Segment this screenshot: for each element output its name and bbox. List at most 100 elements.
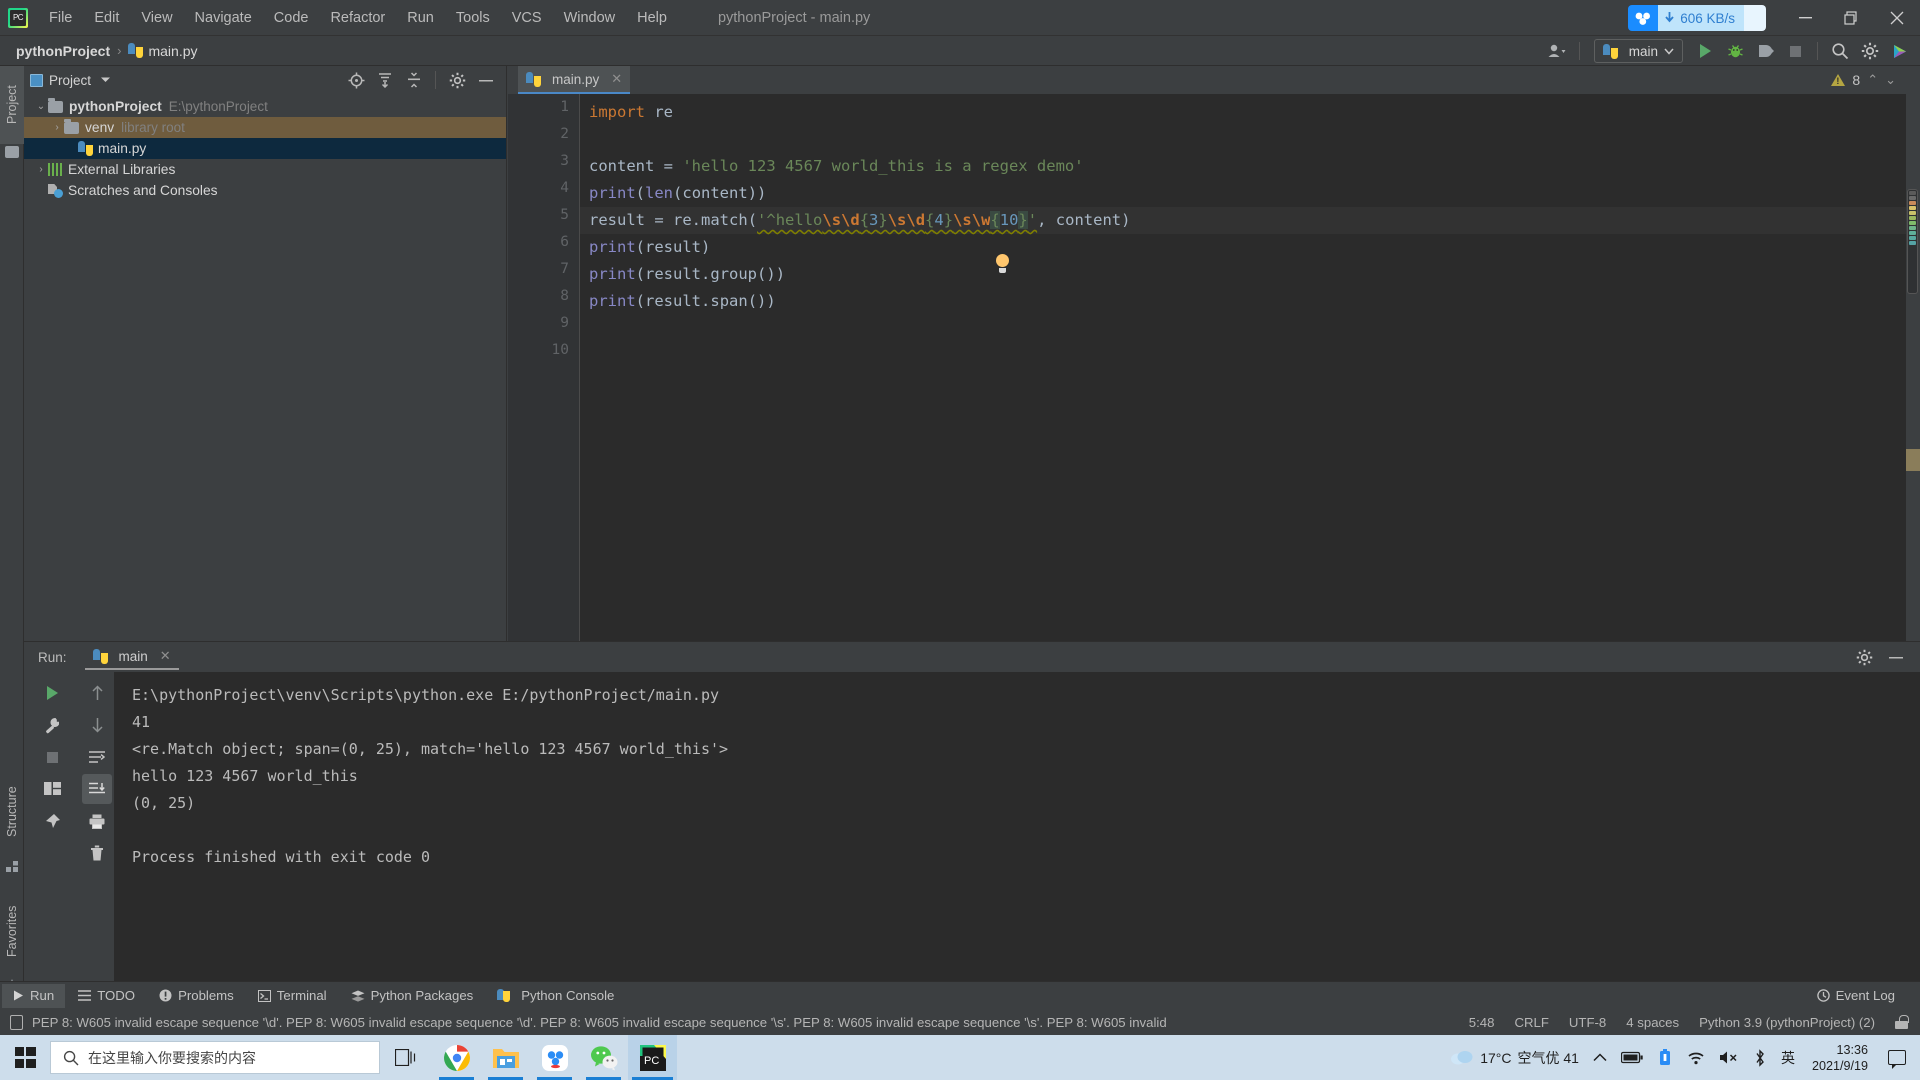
close-icon[interactable]: ✕ [160, 648, 171, 664]
task-view-icon[interactable] [380, 1035, 432, 1080]
python-interpreter[interactable]: Python 3.9 (pythonProject) (2) [1699, 1015, 1875, 1030]
console-output[interactable]: E:\pythonProject\venv\Scripts\python.exe… [114, 672, 1920, 981]
toolwindow-problems[interactable]: Problems [148, 984, 245, 1008]
toolwindow-python-console[interactable]: Python Console [486, 984, 625, 1008]
inspection-widget[interactable]: 8 ⌃ ⌄ [1831, 66, 1902, 94]
ime-indicator[interactable]: 英 [1774, 1035, 1802, 1080]
settings-gear-icon[interactable] [443, 67, 471, 93]
trash-icon[interactable] [82, 838, 112, 868]
menu-item-file[interactable]: File [38, 6, 83, 30]
notification-icon[interactable] [1888, 1050, 1906, 1069]
debug-icon[interactable] [1721, 38, 1749, 64]
file-encoding[interactable]: UTF-8 [1569, 1015, 1606, 1030]
tree-item-pythonproject[interactable]: ⌄ pythonProject E:\pythonProject [24, 96, 506, 117]
expand-all-icon[interactable] [371, 67, 399, 93]
toolwindow-run[interactable]: Run [2, 983, 66, 1008]
menu-item-refactor[interactable]: Refactor [319, 6, 396, 30]
menu-item-tools[interactable]: Tools [445, 6, 501, 30]
chevron-right-icon[interactable]: › [50, 122, 64, 133]
clock-widget[interactable]: 13:36 2021/9/19 [1802, 1035, 1878, 1080]
menu-item-code[interactable]: Code [263, 6, 320, 30]
minimize-button[interactable] [1782, 0, 1828, 36]
toolwindow-python-packages[interactable]: Python Packages [340, 984, 485, 1008]
wifi-icon[interactable] [1680, 1035, 1712, 1080]
caret-position[interactable]: 5:48 [1469, 1015, 1495, 1030]
hide-panel-icon[interactable] [472, 67, 500, 93]
indent-setting[interactable]: 4 spaces [1626, 1015, 1679, 1030]
menu-item-run[interactable]: Run [396, 6, 445, 30]
menu-item-window[interactable]: Window [553, 6, 627, 30]
bluetooth-icon[interactable] [1746, 1035, 1774, 1080]
pin-icon[interactable] [37, 806, 67, 836]
chevron-up-icon[interactable]: ⌃ [1867, 72, 1878, 88]
print-icon[interactable] [82, 806, 112, 836]
intention-bulb-icon[interactable] [995, 254, 1010, 273]
rerun-icon[interactable] [37, 678, 67, 708]
maximize-button[interactable] [1828, 0, 1874, 36]
chevron-down-icon[interactable]: ⌄ [34, 101, 48, 112]
collapse-all-icon[interactable] [400, 67, 428, 93]
weather-widget[interactable]: 17°C 空气优 41 [1443, 1035, 1586, 1080]
editor-text-area[interactable]: import re content = 'hello 123 4567 worl… [580, 94, 1920, 641]
user-account-icon[interactable] [1543, 38, 1571, 64]
network-speed-badge[interactable]: 606 KB/s [1628, 5, 1766, 31]
run-icon[interactable] [1691, 38, 1719, 64]
locate-icon[interactable] [342, 67, 370, 93]
toolwindow-todo[interactable]: TODO [67, 984, 146, 1008]
menu-item-vcs[interactable]: VCS [501, 6, 553, 30]
stop-icon[interactable] [37, 742, 67, 772]
layout-icon[interactable] [37, 774, 67, 804]
menu-item-navigate[interactable]: Navigate [184, 6, 263, 30]
settings-gear-icon[interactable] [1856, 38, 1884, 64]
line-separator[interactable]: CRLF [1514, 1015, 1548, 1030]
editor-gutter[interactable]: 1 2 3 4 5 6 7 8 9 10 [508, 94, 580, 641]
breadcrumb-project[interactable]: pythonProject [16, 43, 110, 59]
tree-item-mainpy[interactable]: main.py [24, 138, 506, 159]
code-editor[interactable]: 1 2 3 4 5 6 7 8 9 10 import re content =… [508, 94, 1920, 641]
breadcrumb-file[interactable]: main.py [148, 43, 197, 59]
soft-wrap-icon[interactable] [82, 742, 112, 772]
menu-item-edit[interactable]: Edit [83, 6, 130, 30]
close-button[interactable] [1874, 0, 1920, 36]
event-log-button[interactable]: Event Log [1806, 984, 1906, 1008]
chevron-down-icon[interactable] [100, 76, 111, 84]
up-arrow-icon[interactable] [82, 678, 112, 708]
show-hidden-icons-chevron[interactable] [1586, 1035, 1614, 1080]
stop-icon[interactable] [1781, 38, 1809, 64]
chevron-right-icon[interactable]: › [34, 164, 48, 175]
run-configuration-selector[interactable]: main [1593, 39, 1683, 63]
volume-muted-icon[interactable] [1712, 1035, 1746, 1080]
sidebar-item-project[interactable]: Project [0, 66, 24, 144]
down-arrow-icon[interactable] [82, 710, 112, 740]
menu-item-help[interactable]: Help [626, 6, 678, 30]
search-everywhere-icon[interactable] [1826, 38, 1854, 64]
windows-start-icon[interactable] [0, 1035, 50, 1080]
chevron-down-icon[interactable]: ⌄ [1885, 72, 1896, 88]
hide-panel-icon[interactable] [1882, 644, 1910, 670]
taskbar-app-file-explorer[interactable] [481, 1035, 530, 1080]
taskbar-app-chrome[interactable] [432, 1035, 481, 1080]
scroll-to-end-icon[interactable] [82, 774, 112, 804]
sidebar-item-structure[interactable]: Structure [0, 766, 24, 858]
taskbar-app-pycharm[interactable]: PC [628, 1035, 677, 1080]
taskbar-app-wechat[interactable] [579, 1035, 628, 1080]
battery-icon[interactable] [1614, 1035, 1650, 1080]
unlocked-icon[interactable] [1895, 1015, 1909, 1029]
run-tab-main[interactable]: main ✕ [84, 644, 179, 670]
code-minimap[interactable] [1907, 189, 1918, 294]
run-with-coverage-icon[interactable] [1751, 38, 1779, 64]
search-input[interactable]: 在这里输入你要搜索的内容 [50, 1041, 380, 1074]
menu-item-view[interactable]: View [130, 6, 183, 30]
tree-item-scratches[interactable]: Scratches and Consoles [24, 180, 506, 201]
taskbar-app-baidu-netdisk[interactable] [530, 1035, 579, 1080]
usb-icon[interactable] [1650, 1035, 1680, 1080]
ide-updates-icon[interactable] [1886, 38, 1914, 64]
sidebar-item-favorites[interactable]: Favorites [0, 886, 24, 976]
toolwindow-terminal[interactable]: Terminal [247, 984, 338, 1008]
tree-item-external-libraries[interactable]: › External Libraries [24, 159, 506, 180]
tree-item-venv[interactable]: › venv library root [24, 117, 506, 138]
settings-gear-icon[interactable] [1850, 644, 1878, 670]
tab-main-py[interactable]: main.py ✕ [518, 66, 631, 94]
wrench-icon[interactable] [37, 710, 67, 740]
close-icon[interactable]: ✕ [611, 71, 622, 87]
